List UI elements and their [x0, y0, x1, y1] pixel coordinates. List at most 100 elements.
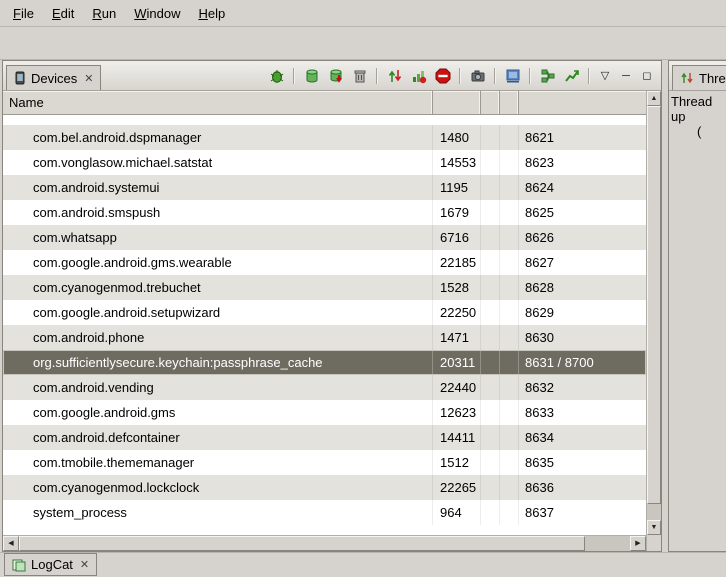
tab-logcat[interactable]: LogCat ✕	[4, 553, 97, 576]
column-header-name[interactable]: Name	[3, 91, 433, 114]
vertical-scrollbar-thumb[interactable]	[647, 106, 661, 504]
heap-indicator-cell	[481, 425, 500, 450]
scroll-right-icon[interactable]: ▶	[630, 536, 646, 551]
scroll-up-icon[interactable]: ▲	[647, 91, 661, 106]
tab-devices[interactable]: Devices ✕	[6, 65, 101, 90]
process-name: com.android.defcontainer	[3, 425, 433, 450]
stop-process-icon[interactable]	[433, 66, 452, 85]
process-name: com.bel.android.dspmanager	[3, 125, 433, 150]
device-row[interactable]: system_process 964 8637	[3, 500, 646, 525]
tab-threads-label: Threa	[699, 71, 726, 86]
maximize-icon[interactable]: ◻	[639, 69, 655, 82]
horizontal-scrollbar-track[interactable]	[585, 536, 630, 551]
process-port: 8632	[519, 375, 646, 400]
device-row[interactable]: com.android.vending 22440 8632	[3, 375, 646, 400]
menu-help[interactable]: Help	[189, 2, 234, 25]
process-name: com.android.smspush	[3, 200, 433, 225]
device-row[interactable]: com.bel.android.dspmanager 1480 8621	[3, 125, 646, 150]
process-port: 8636	[519, 475, 646, 500]
device-row[interactable]: com.cyanogenmod.trebuchet 1528 8628	[3, 275, 646, 300]
scroll-left-icon[interactable]: ◀	[3, 536, 19, 551]
thread-indicator-cell	[500, 375, 519, 400]
scrollbar-corner	[647, 535, 661, 551]
close-icon[interactable]: ✕	[82, 72, 93, 85]
toolbar-separator	[588, 68, 590, 84]
device-row[interactable]: com.whatsapp 6716 8626	[3, 225, 646, 250]
device-table-body: com.bel.android.dspmanager 1480 8621 com…	[3, 115, 646, 535]
threads-message-line1: Thread up	[671, 94, 724, 124]
start-method-profiling-icon[interactable]	[409, 66, 428, 85]
process-name: com.cyanogenmod.lockclock	[3, 475, 433, 500]
device-row[interactable]: com.android.systemui 1195 8624	[3, 175, 646, 200]
menu-window[interactable]: Window	[125, 2, 189, 25]
vertical-scrollbar-column: ▲ ▼	[646, 91, 661, 551]
device-row[interactable]: com.android.defcontainer 14411 8634	[3, 425, 646, 450]
process-name: com.android.systemui	[3, 175, 433, 200]
process-port: 8627	[519, 250, 646, 275]
empty-toolbar-strip	[0, 27, 726, 60]
process-port: 8629	[519, 300, 646, 325]
minimize-icon[interactable]: ─	[618, 70, 634, 82]
process-name: system_process	[3, 500, 433, 525]
tab-threads[interactable]: Threa	[672, 65, 726, 90]
menu-file[interactable]: File	[4, 2, 43, 25]
update-heap-icon[interactable]	[302, 66, 321, 85]
column-header-heap[interactable]	[481, 91, 500, 114]
horizontal-scrollbar-thumb[interactable]	[19, 536, 585, 551]
menu-edit[interactable]: Edit	[43, 2, 83, 25]
process-name: com.vonglasow.michael.satstat	[3, 150, 433, 175]
column-header-pid[interactable]	[433, 91, 481, 114]
process-pid: 22440	[433, 375, 481, 400]
update-threads-icon[interactable]	[385, 66, 404, 85]
thread-indicator-cell	[500, 250, 519, 275]
device-icon	[14, 71, 26, 85]
process-name: com.whatsapp	[3, 225, 433, 250]
device-row[interactable]: com.google.android.gms.wearable 22185 86…	[3, 250, 646, 275]
column-header-port[interactable]	[519, 91, 646, 114]
close-icon[interactable]: ✕	[78, 558, 89, 571]
threads-view: Threa Thread up (	[668, 60, 726, 552]
process-name: org.sufficientlysecure.keychain:passphra…	[3, 350, 433, 375]
process-pid: 22185	[433, 250, 481, 275]
process-port: 8625	[519, 200, 646, 225]
threads-view-header: Threa	[669, 61, 726, 91]
cause-gc-icon[interactable]	[350, 66, 369, 85]
thread-indicator-cell	[500, 225, 519, 250]
tab-logcat-label: LogCat	[31, 557, 73, 572]
screen-capture-icon[interactable]	[468, 66, 487, 85]
device-table-header: Name	[3, 91, 646, 115]
process-port: 8630	[519, 325, 646, 350]
thread-indicator-cell	[500, 350, 519, 375]
toolbar-separator	[293, 68, 295, 84]
threads-message: Thread up (	[669, 91, 726, 551]
thread-indicator-cell	[500, 200, 519, 225]
device-row[interactable]: com.vonglasow.michael.satstat 14553 8623	[3, 150, 646, 175]
device-row[interactable]: com.android.phone 1471 8630	[3, 325, 646, 350]
device-row[interactable]: com.google.android.setupwizard 22250 862…	[3, 300, 646, 325]
horizontal-scrollbar[interactable]: ◀ ▶	[3, 535, 646, 551]
view-menu-icon[interactable]: ▽	[597, 69, 613, 82]
device-row[interactable]: org.sufficientlysecure.keychain:passphra…	[3, 350, 646, 375]
logcat-icon	[12, 558, 26, 572]
device-row[interactable]: com.cyanogenmod.lockclock 22265 8636	[3, 475, 646, 500]
process-pid: 1195	[433, 175, 481, 200]
menubar: File Edit Run Window Help	[0, 0, 726, 27]
hierarchy-tree-icon[interactable]	[538, 66, 557, 85]
device-row[interactable]: com.google.android.gms 12623 8633	[3, 400, 646, 425]
dump-view-hierarchy-icon[interactable]	[503, 66, 522, 85]
heap-indicator-cell	[481, 250, 500, 275]
dump-hprof-icon[interactable]	[326, 66, 345, 85]
debug-process-icon[interactable]	[267, 66, 286, 85]
device-row[interactable]: com.tmobile.thememanager 1512 8635	[3, 450, 646, 475]
column-header-threads[interactable]	[500, 91, 519, 114]
device-row[interactable]: com.android.smspush 1679 8625	[3, 200, 646, 225]
capture-systrace-icon[interactable]	[562, 66, 581, 85]
process-pid: 1480	[433, 125, 481, 150]
heap-indicator-cell	[481, 375, 500, 400]
scroll-down-icon[interactable]: ▼	[647, 520, 661, 535]
vertical-scrollbar[interactable]: ▲ ▼	[647, 91, 661, 535]
menu-run[interactable]: Run	[83, 2, 125, 25]
process-pid: 1471	[433, 325, 481, 350]
process-pid: 12623	[433, 400, 481, 425]
process-name: com.android.vending	[3, 375, 433, 400]
